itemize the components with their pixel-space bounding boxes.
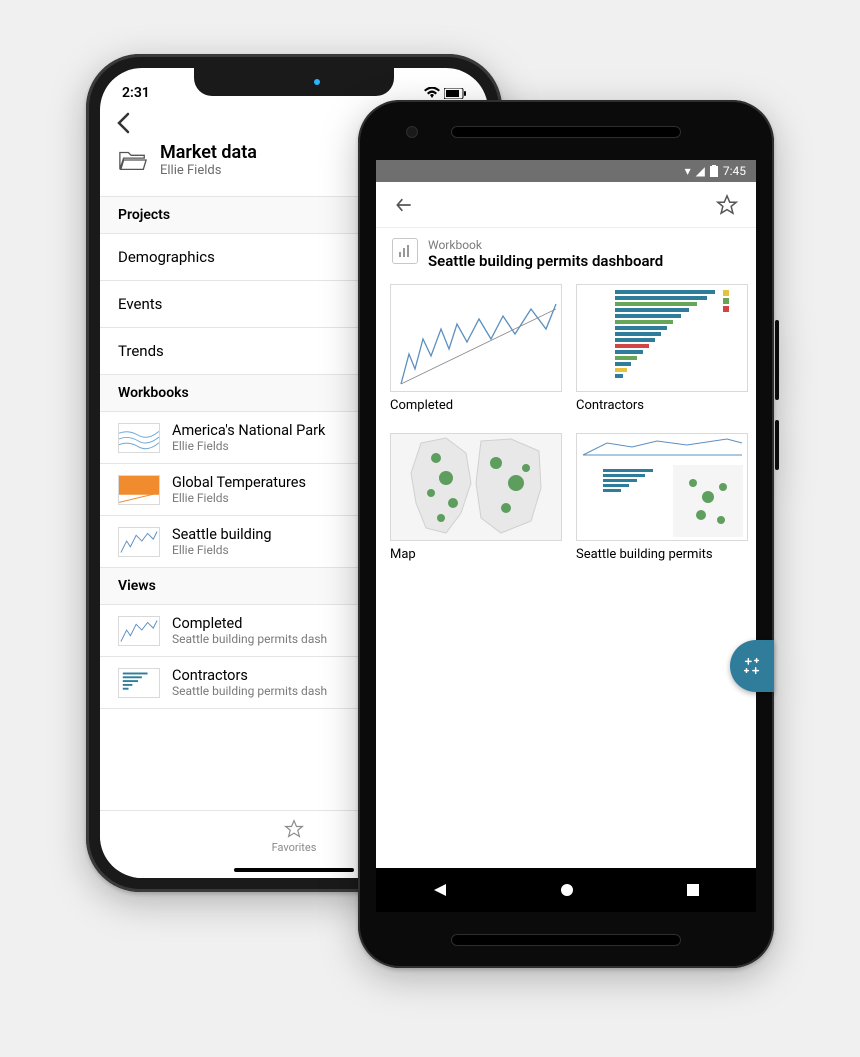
grid-item-completed[interactable]: Completed xyxy=(390,284,562,413)
android-recents-button[interactable] xyxy=(686,883,700,897)
volume-button xyxy=(775,320,779,400)
android-nav-bar xyxy=(376,868,756,912)
home-indicator[interactable] xyxy=(234,868,354,872)
wifi-icon xyxy=(424,87,440,99)
view-thumbnail xyxy=(118,668,160,698)
workbook-owner: Ellie Fields xyxy=(172,491,306,505)
project-label: Events xyxy=(118,295,162,313)
star-icon xyxy=(284,819,304,839)
workbook-thumbnail xyxy=(118,527,160,557)
android-status-bar: ▾ ◢ 7:45 xyxy=(376,160,756,182)
view-thumbnail xyxy=(576,284,748,392)
grid-item-contractors[interactable]: Contractors xyxy=(576,284,748,413)
workbook-header: Workbook Seattle building permits dashbo… xyxy=(376,228,756,284)
view-thumbnail xyxy=(576,433,748,541)
android-speaker-bottom xyxy=(451,934,681,946)
view-title: Completed xyxy=(172,615,327,632)
view-thumbnail xyxy=(390,284,562,392)
iphone-notch xyxy=(194,68,394,96)
signal-icon: ◢ xyxy=(696,164,705,178)
project-label: Trends xyxy=(118,342,164,360)
tab-favorites[interactable]: Favorites xyxy=(272,819,317,854)
fab-add-button[interactable] xyxy=(730,640,774,692)
workbook-title: Seattle building permits dashboard xyxy=(428,252,663,270)
workbook-icon xyxy=(392,238,418,264)
workbook-thumbnail xyxy=(118,475,160,505)
view-thumbnail xyxy=(118,616,160,646)
view-title: Contractors xyxy=(172,667,327,684)
tab-label: Favorites xyxy=(272,841,317,854)
grid-item-label: Seattle building permits xyxy=(576,541,748,562)
grid-item-seattle-permits[interactable]: Seattle building permits xyxy=(576,433,748,562)
android-device-frame: ▾ ◢ 7:45 Workbook Seattle building permi… xyxy=(358,100,774,968)
workbook-thumbnail xyxy=(118,423,160,453)
grid-item-map[interactable]: Map xyxy=(390,433,562,562)
grid-item-label: Map xyxy=(390,541,562,562)
battery-icon xyxy=(444,88,466,99)
view-subtitle: Seattle building permits dash xyxy=(172,632,327,646)
favorite-button[interactable] xyxy=(710,188,744,222)
grid-item-label: Contractors xyxy=(576,392,748,413)
workbook-owner: Ellie Fields xyxy=(172,543,272,557)
android-back-button[interactable] xyxy=(432,882,448,898)
workbook-title: America's National Park xyxy=(172,422,325,439)
status-time: 2:31 xyxy=(122,85,150,101)
android-home-button[interactable] xyxy=(559,882,575,898)
folder-open-icon xyxy=(118,148,148,172)
workbook-title: Global Temperatures xyxy=(172,474,306,491)
header-owner: Ellie Fields xyxy=(160,163,257,178)
workbook-title: Seattle building xyxy=(172,526,272,543)
android-speaker xyxy=(451,126,681,138)
workbook-type-label: Workbook xyxy=(428,238,663,252)
view-thumbnail xyxy=(390,433,562,541)
back-button[interactable] xyxy=(388,189,420,221)
wifi-icon: ▾ xyxy=(685,164,691,178)
app-bar xyxy=(376,182,756,228)
header-title: Market data xyxy=(160,142,257,163)
view-subtitle: Seattle building permits dash xyxy=(172,684,327,698)
power-button xyxy=(775,420,779,470)
project-label: Demographics xyxy=(118,248,215,266)
android-screen: ▾ ◢ 7:45 Workbook Seattle building permi… xyxy=(376,160,756,912)
status-time: 7:45 xyxy=(723,164,746,178)
grid-item-label: Completed xyxy=(390,392,562,413)
views-grid: Completed xyxy=(376,284,756,562)
battery-icon xyxy=(710,165,718,177)
android-camera xyxy=(406,126,418,138)
workbook-owner: Ellie Fields xyxy=(172,439,325,453)
